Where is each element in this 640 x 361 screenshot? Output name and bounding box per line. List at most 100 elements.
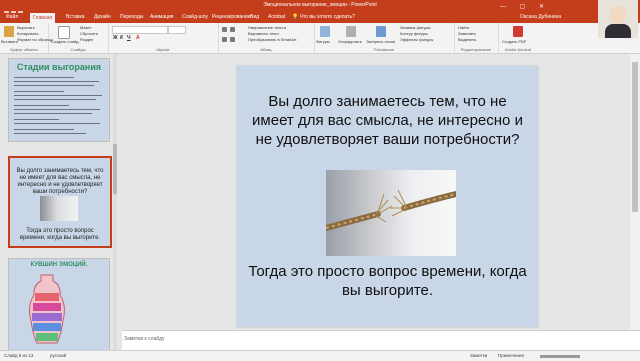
quick-styles-icon[interactable]: [376, 26, 386, 37]
shape-outline-button[interactable]: Контур фигуры: [400, 31, 428, 36]
replace-button[interactable]: Заменить: [458, 31, 476, 36]
thumbnail-bottom-text: Тогда это просто вопрос времени, когда в…: [19, 228, 101, 241]
quick-styles-button[interactable]: Экспресс-стили: [366, 39, 395, 44]
tab-file[interactable]: Файл: [6, 14, 18, 20]
current-slide[interactable]: Вы долго занимаетесь тем, что не имеет д…: [237, 66, 538, 327]
font-color-icon[interactable]: A: [136, 35, 140, 41]
thumbnail-rope-image: [40, 196, 78, 221]
font-size-input[interactable]: [168, 26, 186, 34]
select-button[interactable]: Выделить: [458, 37, 476, 42]
tab-acrobat[interactable]: Acrobat: [268, 14, 285, 20]
comments-toggle-button[interactable]: Примечания: [498, 353, 524, 358]
tab-review[interactable]: Рецензирование: [212, 14, 251, 20]
frayed-rope-image[interactable]: [326, 170, 456, 256]
ribbon: Вставить Вырезать Копировать Формат по о…: [0, 23, 640, 54]
editor-scrollbar[interactable]: [630, 54, 640, 330]
layout-button[interactable]: Макет: [80, 25, 91, 30]
tell-me-search[interactable]: 💡 Что вы хотите сделать?: [292, 14, 355, 20]
create-pdf-button[interactable]: Создать PDF: [502, 39, 526, 44]
notes-toggle-button[interactable]: Заметки: [470, 353, 487, 358]
notes-pane[interactable]: Заметки к слайду: [122, 330, 640, 351]
paste-button[interactable]: Вставить: [1, 39, 18, 44]
presenter-webcam: [598, 0, 638, 38]
copy-button[interactable]: Копировать: [17, 31, 39, 36]
tab-slideshow[interactable]: Слайд-шоу: [182, 14, 208, 20]
slides-group: Создать слайд Макет Сбросить Раздел Слай…: [48, 23, 109, 53]
tab-home[interactable]: Главная: [30, 13, 56, 23]
zoom-slider[interactable]: [540, 355, 580, 358]
slide-thumbnail-2[interactable]: Вы долго занимаетесь тем, что не имеет д…: [8, 156, 112, 248]
section-button[interactable]: Раздел: [80, 37, 93, 42]
align-text-button[interactable]: Выровнять текст: [248, 31, 279, 36]
tab-animations[interactable]: Анимация: [150, 14, 173, 20]
shape-effects-button[interactable]: Эффекты фигуры: [400, 37, 433, 42]
slide-thumbnail-1[interactable]: Стадии выгорания: [8, 58, 110, 142]
align-center-icon[interactable]: [230, 37, 235, 42]
tell-me-text: Что вы хотите сделать?: [299, 14, 355, 20]
text-direction-button[interactable]: Направление текста: [248, 25, 286, 30]
status-bar: Слайд 9 из 13 русский Заметки Примечания: [0, 350, 640, 361]
shapes-button[interactable]: Фигуры: [316, 39, 330, 44]
thumbnail-text-line: [14, 91, 64, 92]
tab-design[interactable]: Дизайн: [94, 14, 111, 20]
thumbnail-text-line: [14, 109, 100, 110]
thumbnail-text-line: [14, 99, 96, 100]
drawing-group-label: Рисование: [373, 47, 395, 52]
tab-view[interactable]: Вид: [250, 14, 259, 20]
editing-group-label: Редактирование: [460, 47, 492, 52]
thumbnail-text-line: [14, 133, 86, 134]
paragraph-group: Направление текста Выровнять текст Преоб…: [218, 23, 315, 53]
thumbnail-text-line: [14, 119, 59, 120]
arrange-icon[interactable]: [346, 26, 356, 37]
tab-transitions[interactable]: Переходы: [120, 14, 143, 20]
language-indicator[interactable]: русский: [50, 353, 66, 358]
clipboard-group: Вставить Вырезать Копировать Формат по о…: [0, 23, 53, 53]
slides-group-label: Слайды: [70, 47, 86, 52]
thumbnail-text-line: [14, 81, 99, 82]
emotion-jug-image: [29, 274, 65, 344]
window-controls[interactable]: — ▢ ✕: [500, 3, 550, 10]
acrobat-group-label: Adobe Acrobat: [504, 47, 532, 52]
font-group-label: Шрифт: [156, 47, 170, 52]
thumbnails-scrollbar[interactable]: [113, 54, 117, 350]
font-group: Ж К Ч A Шрифт: [108, 23, 219, 53]
pdf-icon[interactable]: [513, 26, 523, 37]
paste-icon[interactable]: [4, 26, 14, 37]
numbering-icon[interactable]: [230, 27, 235, 32]
user-name[interactable]: Оксана Дубинина: [520, 14, 561, 20]
find-button[interactable]: Найти: [458, 25, 469, 30]
thumbnail-text-line: [14, 77, 74, 78]
rope-drawing: [326, 189, 456, 231]
font-name-input[interactable]: [112, 26, 168, 34]
thumbnail-top-text: Вы долго занимаетесь тем, что не имеет д…: [16, 168, 104, 195]
shapes-icon[interactable]: [320, 26, 330, 37]
shape-fill-button[interactable]: Заливка фигуры: [400, 25, 431, 30]
scrollbar-thumb[interactable]: [113, 144, 117, 194]
slide-top-text[interactable]: Вы долго занимаетесь тем, что не имеет д…: [249, 92, 526, 149]
presenter-body: [605, 24, 631, 38]
italic-icon[interactable]: К: [120, 35, 123, 41]
thumbnail-text-line: [14, 105, 69, 106]
reset-button[interactable]: Сбросить: [80, 31, 98, 36]
thumbnail-text-line: [14, 95, 102, 96]
bold-icon[interactable]: Ж: [113, 35, 118, 41]
new-slide-icon[interactable]: [58, 26, 70, 39]
thumbnail-text-line: [14, 129, 74, 130]
tab-insert[interactable]: Вставка: [66, 14, 85, 20]
thumbnail-title: Стадии выгорания: [16, 62, 102, 72]
slide-bottom-text[interactable]: Тогда это просто вопрос времени, когда в…: [247, 262, 528, 300]
convert-smartart-button[interactable]: Преобразовать в SmartArt: [248, 37, 297, 42]
lightbulb-icon: 💡: [292, 14, 299, 20]
align-left-icon[interactable]: [222, 37, 227, 42]
thumbnail-text-line: [14, 85, 94, 86]
new-slide-button[interactable]: Создать слайд: [51, 39, 78, 44]
cut-button[interactable]: Вырезать: [17, 25, 35, 30]
slide-thumbnail-3[interactable]: КУВШИН ЭМОЦИЙ.: [8, 258, 110, 350]
slide-thumbnails-panel: Стадии выгорания Вы долго занимаетесь те…: [0, 54, 118, 350]
editor-scrollbar-thumb[interactable]: [632, 62, 638, 212]
arrange-button[interactable]: Упорядочить: [338, 39, 362, 44]
bullets-icon[interactable]: [222, 27, 227, 32]
thumbnail-text-line: [14, 113, 92, 114]
clipboard-group-label: Буфер обмена: [10, 47, 38, 52]
underline-icon[interactable]: Ч: [127, 35, 131, 41]
